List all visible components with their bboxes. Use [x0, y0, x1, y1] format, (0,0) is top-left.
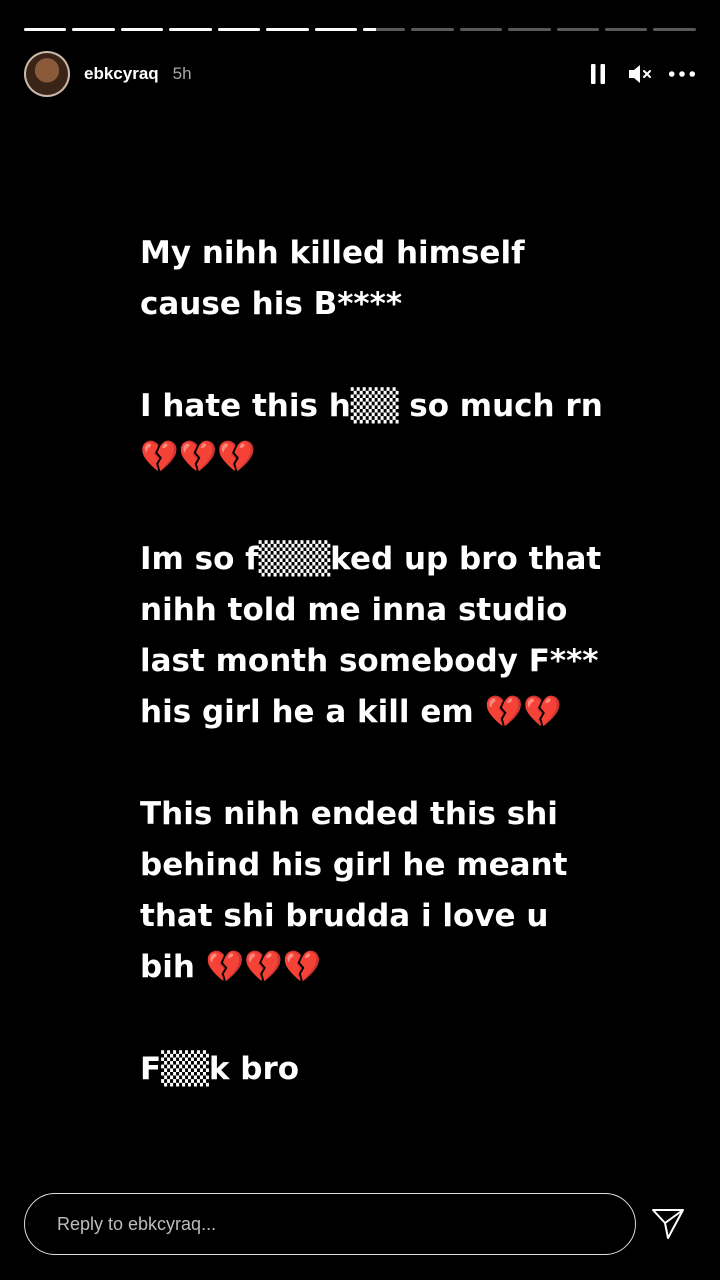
story-progress-segment [362, 28, 406, 31]
time-ago: 5h [172, 64, 192, 83]
story-progress-segment [72, 28, 115, 31]
send-icon[interactable] [648, 1204, 688, 1244]
story-text-paragraph: My nihh killed himself cause his B**** [140, 235, 536, 322]
story-progress-fill [217, 28, 261, 31]
story-progress-fill [314, 28, 357, 31]
story-progress-fill [169, 28, 212, 31]
story-progress-fill [120, 28, 164, 31]
story-text-paragraph: This nihh ended this shi behind his girl… [140, 796, 579, 985]
pause-icon[interactable] [584, 60, 612, 88]
story-progress-segment [556, 28, 600, 31]
story-progress-fill [362, 28, 376, 31]
story-text-paragraph: Im so f▒▒▒ked up bro that nihh told me i… [140, 541, 613, 730]
story-header: ebkcyraq 5h [24, 50, 696, 98]
story-progress-fill [72, 28, 115, 31]
story-progress-segment [266, 28, 309, 31]
story-text-paragraph: F▒▒k bro [140, 1051, 300, 1087]
story-progress-segment [169, 28, 212, 31]
story-progress-segment [411, 28, 454, 31]
story-viewer: ebkcyraq 5h My nihh killed himself cause… [0, 0, 720, 1280]
story-progress-segment [120, 28, 164, 31]
avatar[interactable] [24, 51, 70, 97]
reply-input[interactable] [55, 1212, 635, 1236]
mute-icon[interactable] [626, 60, 654, 88]
more-options-icon[interactable] [668, 60, 696, 88]
story-progress-segment [508, 28, 551, 31]
story-progress-segment [217, 28, 261, 31]
reply-box[interactable] [24, 1193, 636, 1255]
story-progress-fill [24, 28, 67, 31]
story-progress-segment [605, 28, 648, 31]
story-progress-segment [314, 28, 357, 31]
story-progress-bar [24, 28, 696, 31]
story-text-paragraph: I hate this h▒▒ so much rn💔💔💔 [140, 388, 603, 475]
story-footer [24, 1192, 696, 1256]
username[interactable]: ebkcyraq [84, 64, 159, 84]
story-progress-fill [266, 28, 309, 31]
story-controls [584, 60, 696, 88]
story-progress-segment [459, 28, 503, 31]
story-progress-segment [653, 28, 696, 31]
story-progress-segment [24, 28, 67, 31]
story-text-content: My nihh killed himself cause his B**** I… [140, 228, 610, 1146]
